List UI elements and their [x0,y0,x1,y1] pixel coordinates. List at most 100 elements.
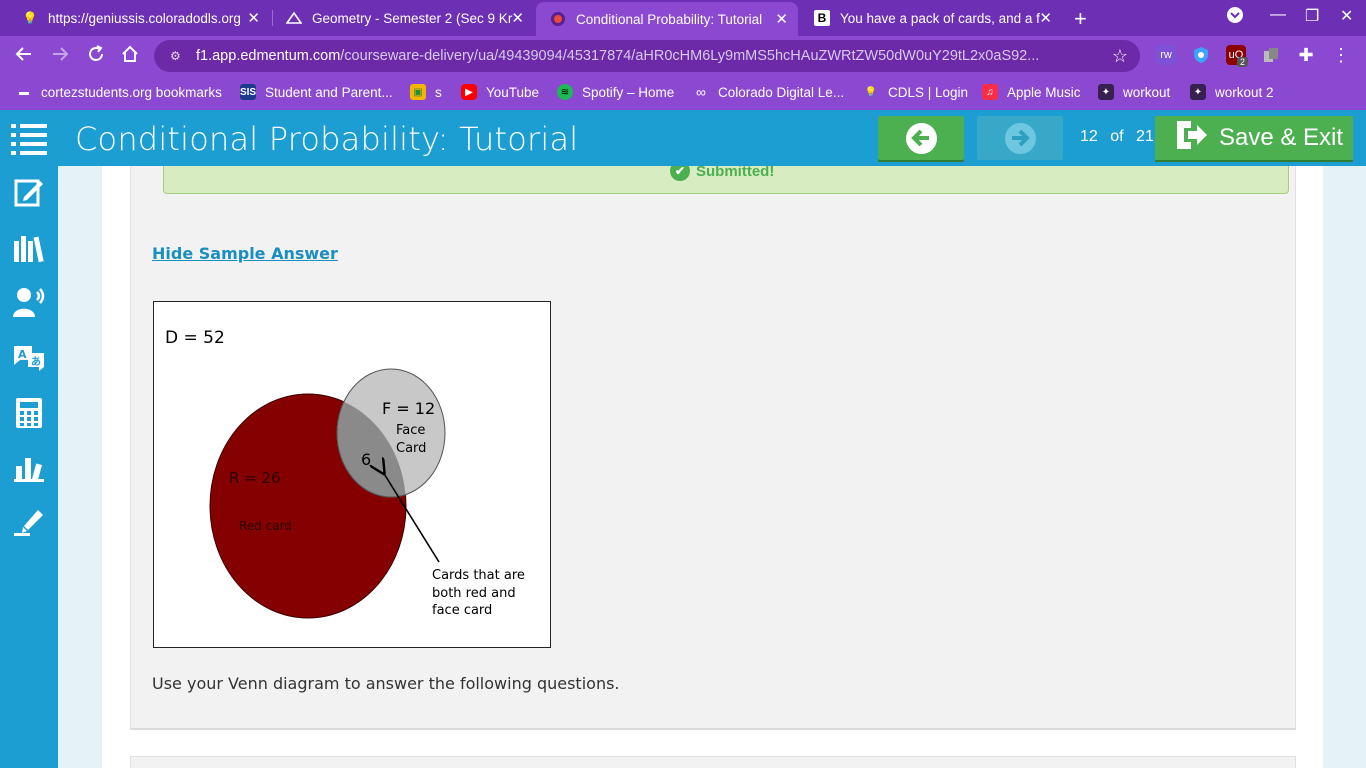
chart-icon[interactable] [11,450,47,486]
browser-tab[interactable]: B You have a pack of cards, and a f ✕ [800,0,1062,36]
workout-icon: ✦ [1098,84,1114,100]
face-desc-1: Face [396,423,425,438]
translate-icon[interactable]: Aあ [11,340,47,376]
tab-title: Geometry - Semester 2 (Sec 9 Kr [312,10,513,26]
address-bar[interactable]: ⚙ f1.app.edmentum.com /courseware-delive… [154,40,1140,72]
tool-rail: Aあ [0,166,58,768]
face-desc-2: Card [396,441,426,456]
brainly-icon: B [814,10,830,26]
minimize-icon[interactable]: — [1270,6,1286,24]
forward-arrow-icon[interactable] [50,44,70,69]
hide-sample-answer-link[interactable]: Hide Sample Answer [152,244,338,263]
bookmark-item[interactable]: SIS Student and Parent... [240,84,393,100]
window-close-icon[interactable]: ✕ [1340,6,1353,26]
browser-tab-active[interactable]: Conditional Probability: Tutorial ✕ [536,2,798,36]
restore-icon[interactable]: ❐ [1305,6,1319,26]
close-icon[interactable]: ✕ [511,9,524,27]
bookmark-label: cortezstudents.org bookmarks [41,84,222,100]
text-to-speech-icon[interactable] [11,284,47,320]
next-panel [130,756,1296,768]
tab-title: Conditional Probability: Tutorial [576,11,763,27]
previous-button[interactable] [878,116,964,160]
bookmark-item[interactable]: ≋ Spotify – Home [557,84,674,100]
bookmark-item[interactable]: ∞ Colorado Digital Le... [693,84,844,100]
svg-text:あ: あ [31,355,41,368]
bookmark-label: Spotify – Home [582,84,675,100]
deck-label: D = 52 [165,328,225,348]
bookmark-item[interactable]: ♫ Apple Music [982,84,1081,100]
bookmark-label: Student and Parent... [265,84,393,100]
back-arrow-icon[interactable] [14,44,34,69]
close-icon[interactable]: ✕ [1039,9,1052,27]
next-button[interactable] [977,116,1063,160]
edmentum-icon [550,11,566,27]
new-tab-icon[interactable]: + [1074,6,1087,32]
page-title: Conditional Probability: Tutorial [75,120,579,158]
url-host: f1.app.edmentum.com [196,48,341,64]
arrow-right-icon [1004,122,1036,154]
svg-text:A: A [18,348,27,361]
lightbulb-icon: 💡 [864,86,878,98]
red-label: R = 26 [229,469,281,487]
red-desc: Red card [239,519,292,533]
bookmark-label: workout 2 [1215,84,1274,100]
highlighter-icon[interactable] [11,504,47,540]
page-current: 12 [1080,128,1098,145]
cdl-icon: ∞ [696,84,706,100]
bookmark-label: Apple Music [1007,84,1081,100]
extension-copy-icon[interactable] [1261,45,1281,65]
notepad-icon[interactable] [11,174,47,210]
classroom-icon: ▣ [410,84,426,100]
bookmark-label: Colorado Digital Le... [718,84,845,100]
extension-rw-icon[interactable]: rw [1156,45,1176,65]
music-icon: ♫ [982,84,998,100]
course-icon [286,10,302,26]
spotify-icon: ≋ [557,84,573,100]
arrow-left-icon [905,122,937,154]
save-exit-label: Save & Exit [1219,124,1344,151]
exit-icon [1175,119,1209,158]
bookmark-item[interactable]: ▶ YouTube [461,84,539,100]
extension-shield-icon[interactable] [1191,45,1211,65]
site-info-icon[interactable]: ⚙ [170,49,184,63]
extensions-puzzle-icon[interactable]: ✚ [1296,45,1316,65]
bookmark-item[interactable]: ▬ cortezstudents.org bookmarks [16,84,222,100]
library-icon[interactable] [11,230,47,266]
browser-toolbar: ⚙ f1.app.edmentum.com /courseware-delive… [0,36,1366,76]
close-icon[interactable]: ✕ [247,9,260,27]
face-label: F = 12 [382,399,435,418]
tab-title: https://geniussis.coloradodls.org [48,10,241,26]
url-path: /courseware-delivery/ua/49439094/4531787… [340,48,1040,64]
folder-icon: ▬ [19,86,29,98]
question-text: Use your Venn diagram to answer the foll… [152,674,620,693]
annotation-line-3: face card [432,603,492,618]
extension-badge: 2 [1237,57,1249,67]
kebab-menu-icon[interactable]: ⋮ [1331,45,1351,65]
bookmark-star-icon[interactable]: ☆ [1112,46,1128,67]
browser-tab[interactable]: Geometry - Semester 2 (Sec 9 Kr ✕ [272,0,534,36]
calculator-icon[interactable] [11,395,47,431]
sis-icon: SIS [240,84,256,100]
bookmark-item[interactable]: ▣ s [410,84,442,100]
home-icon[interactable] [120,44,140,69]
tab-search-icon[interactable] [1226,6,1244,29]
annotation-line-1: Cards that are [432,568,525,583]
bookmark-label: workout [1123,84,1171,100]
app-header: Conditional Probability: Tutorial 12 of … [0,110,1366,166]
bookmarks-bar: ▬ cortezstudents.org bookmarks SIS Stude… [0,76,1366,110]
workout-icon: ✦ [1190,84,1206,100]
bookmark-item[interactable]: 💡 CDLS | Login [863,84,968,100]
lightbulb-icon: 💡 [22,11,38,25]
save-exit-button[interactable]: Save & Exit [1155,116,1353,160]
bookmark-item[interactable]: ✦ workout [1098,84,1170,100]
menu-icon[interactable] [11,124,47,155]
bookmark-item[interactable]: ✦ workout 2 [1190,84,1274,100]
browser-tab-bar: 💡 https://geniussis.coloradodls.org ✕ Ge… [0,0,1366,36]
annotation-line-2: both red and [432,586,516,601]
bookmark-label: s [435,84,442,100]
reload-icon[interactable] [86,44,106,69]
bookmark-label: CDLS | Login [888,84,969,100]
browser-tab[interactable]: 💡 https://geniussis.coloradodls.org ✕ [8,0,270,36]
close-icon[interactable]: ✕ [775,10,788,28]
page-of: of [1110,128,1124,145]
